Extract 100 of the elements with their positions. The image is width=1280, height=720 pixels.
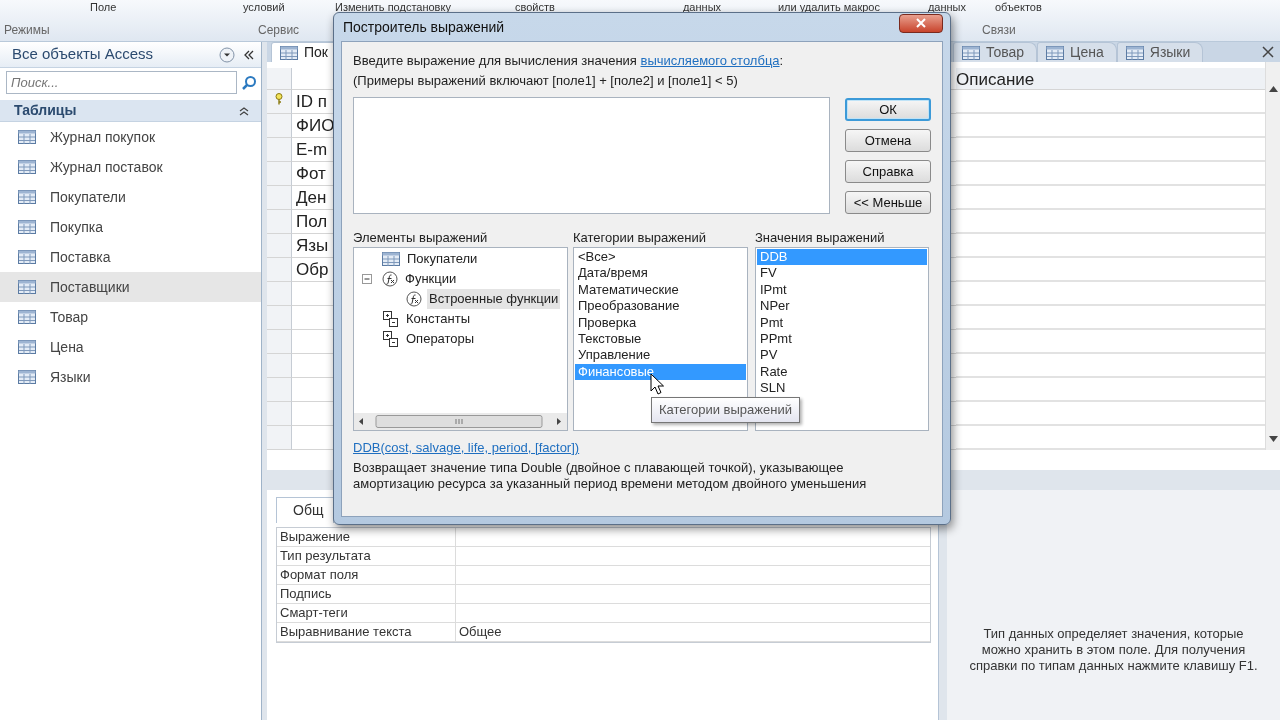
list-item[interactable]: FV	[757, 265, 927, 282]
ribbon-button[interactable]: свойств	[514, 0, 560, 13]
section-header[interactable]: Таблицы	[0, 100, 261, 122]
list-item[interactable]: Pmt	[757, 314, 927, 331]
document-tab[interactable]: Цена	[1037, 42, 1117, 62]
expression-field[interactable]	[353, 97, 830, 214]
collapse-icon[interactable]	[243, 49, 255, 60]
row-selector[interactable]	[267, 330, 292, 354]
tree-item[interactable]: Встроенные функции	[427, 289, 561, 309]
properties-tab[interactable]: Общ	[276, 497, 335, 523]
table-icon	[962, 45, 980, 60]
row-selector[interactable]	[267, 162, 292, 186]
list-item[interactable]: IPmt	[757, 281, 927, 299]
dialog-button[interactable]: << Меньше	[845, 191, 931, 214]
table-icon	[18, 250, 36, 264]
syntax-link[interactable]: DDB(cost, salvage, life, period, [factor])	[353, 440, 580, 455]
boxes-icon	[382, 330, 399, 348]
table-icon	[18, 280, 36, 294]
ribbon-button[interactable]: или удалить макрос	[777, 0, 892, 13]
dialog-button[interactable]: Отмена	[845, 129, 931, 152]
tooltip: Категории выражений	[651, 397, 800, 423]
help-text: Тип данных определяет значения, которые можно хранить в этом поле. Для получения справки по типам данных нажмите клавишу F1.	[968, 626, 1259, 674]
up-arrow-icon	[1268, 86, 1278, 92]
tree-item[interactable]: Константы	[404, 309, 472, 329]
table-icon	[18, 220, 36, 234]
description-text: Возвращает значение типа Double (двойное с плавающей точкой), указывающее амортизацию ресурса за указанный период времени методом двойного уменьшения	[353, 460, 868, 492]
nav-item[interactable]: Покупка	[0, 212, 261, 242]
nav-item[interactable]: Товар	[0, 302, 261, 332]
list-item[interactable]: Математические	[575, 281, 746, 299]
list-item[interactable]: Rate	[757, 363, 927, 381]
vertical-scrollbar[interactable]	[1265, 62, 1280, 450]
down-arrow-icon	[1268, 436, 1278, 442]
search-field[interactable]: Поиск...	[6, 71, 237, 94]
property-label: Формат поля	[279, 567, 359, 582]
document-tab[interactable]: Языки	[1116, 42, 1204, 62]
row-selector[interactable]	[267, 186, 292, 210]
ribbon-button[interactable]: данных	[927, 0, 966, 13]
property-label: Выражение	[279, 529, 351, 544]
dropdown-icon[interactable]	[219, 46, 235, 63]
table-icon	[18, 370, 36, 384]
row-selector[interactable]	[267, 68, 292, 90]
search-icon[interactable]	[241, 74, 257, 91]
tree-item[interactable]: Операторы	[404, 329, 477, 349]
dialog-button[interactable]: Справка	[845, 160, 931, 183]
ribbon-button[interactable]: условий	[243, 0, 288, 13]
prompt-link[interactable]: вычисляемого столбца	[640, 53, 780, 68]
nav-item[interactable]: Языки	[0, 362, 261, 392]
row-selector[interactable]	[267, 234, 292, 258]
row-selector[interactable]	[267, 378, 292, 402]
nav-item[interactable]: Поставка	[0, 242, 261, 272]
row-selector[interactable]	[267, 114, 292, 138]
nav-item[interactable]: Поставщики	[0, 272, 261, 302]
table-icon	[1046, 45, 1065, 60]
list-item[interactable]: Управление	[575, 347, 746, 364]
row-selector[interactable]	[267, 138, 292, 162]
list-item[interactable]: SLN	[757, 380, 927, 397]
nav-item[interactable]: Покупатели	[0, 182, 261, 212]
table-icon	[382, 252, 400, 266]
list-item[interactable]: NPer	[757, 298, 927, 315]
table-icon	[280, 45, 298, 60]
close-button[interactable]	[899, 13, 943, 33]
function-icon	[406, 291, 422, 307]
ribbon-button[interactable]: Изменить подстановку	[334, 0, 461, 13]
ribbon-group-label: Сервис	[258, 22, 301, 39]
nav-item[interactable]: Цена	[0, 332, 261, 362]
dialog-button[interactable]: ОК	[845, 98, 931, 121]
window-title: Построитель выражений	[343, 17, 505, 37]
row-selector[interactable]	[267, 354, 292, 378]
list-item[interactable]: PPmt	[757, 330, 927, 348]
list-item[interactable]: Текстовые	[575, 330, 746, 348]
property-label: Выравнивание текста	[279, 624, 412, 639]
property-label: Подпись	[279, 586, 332, 601]
ribbon-button[interactable]: Поле	[90, 0, 116, 13]
example-text: (Примеры выражений включают [поле1] + [поле2] и [поле1] < 5)	[353, 73, 738, 88]
pane-title: Все объекты Access	[12, 44, 155, 65]
function-icon	[382, 271, 398, 287]
row-selector[interactable]	[267, 282, 292, 306]
row-selector[interactable]	[267, 210, 292, 234]
close-icon[interactable]	[1262, 46, 1274, 58]
row-selector[interactable]	[267, 402, 292, 426]
row-selector[interactable]	[267, 306, 292, 330]
list-item[interactable]: Дата/время	[575, 265, 746, 282]
row-selector[interactable]	[267, 258, 292, 282]
property-value[interactable]: Общее	[456, 624, 502, 639]
list-item[interactable]: Проверка	[575, 314, 746, 331]
column-header: Описание	[956, 68, 1265, 90]
nav-item[interactable]: Журнал поставок	[0, 152, 261, 182]
ribbon-group-label: Режимы	[4, 22, 49, 39]
table-icon	[18, 190, 36, 204]
property-label: Тип результата	[279, 548, 371, 563]
list-item[interactable]: Преобразование	[575, 298, 746, 315]
row-selector[interactable]	[267, 426, 292, 450]
key-icon	[275, 93, 283, 105]
row-selector[interactable]	[267, 90, 292, 114]
horizontal-scrollbar[interactable]	[354, 413, 567, 430]
nav-item[interactable]: Журнал покупок	[0, 122, 261, 152]
document-tab[interactable]: Товар	[953, 42, 1038, 62]
ribbon-button[interactable]: данных	[682, 0, 721, 13]
ribbon-button[interactable]: объектов	[994, 0, 1046, 13]
list-item[interactable]: PV	[757, 347, 927, 364]
